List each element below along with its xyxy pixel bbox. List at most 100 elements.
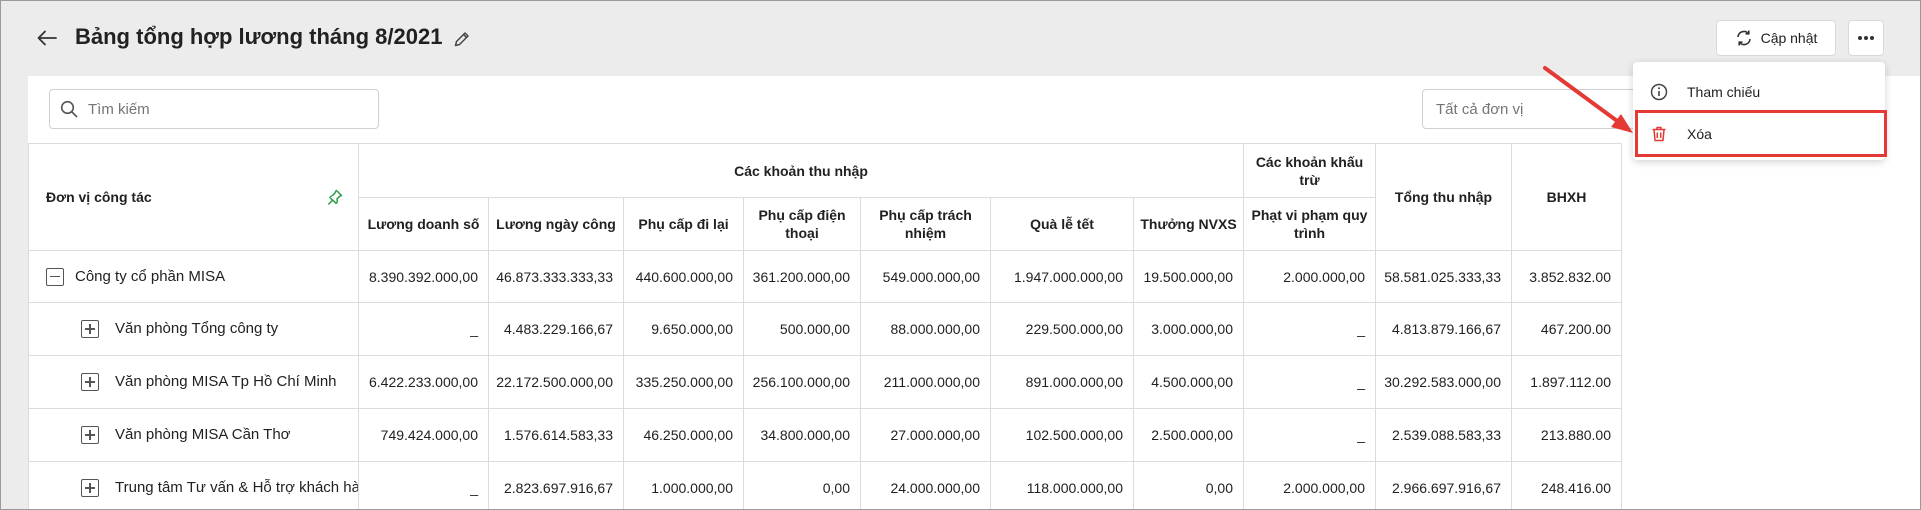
col-header: Quà lễ tết [990,197,1134,251]
table-cell: 4.813.879.166,67 [1375,302,1512,356]
table-cell: 248.416.00 [1511,461,1622,510]
unit-name: Trung tâm Tư vấn & Hỗ trợ khách hàng [115,479,359,496]
col-header-total: Tổng thu nhập [1375,143,1512,251]
unit-name-cell: Công ty cổ phần MISA [28,250,359,303]
expand-icon[interactable] [81,426,99,444]
trash-icon [1649,124,1669,144]
table-cell: 749.424.000,00 [358,408,489,462]
menu-item-label: Xóa [1687,126,1712,142]
table-row[interactable]: Công ty cổ phần MISA 8.390.392.000,00 46.8… [28,250,1622,303]
table-cell: 211.000.000,00 [860,355,991,409]
table-cell: 9.650.000,00 [623,302,744,356]
table-cell: 34.800.000,00 [743,408,861,462]
table-cell: 0,00 [1133,461,1244,510]
col-header: Lương ngày công [488,197,624,251]
unit-name: Văn phòng MISA Cần Thơ [115,426,291,443]
more-actions-button[interactable] [1848,20,1884,56]
table-row[interactable]: Văn phòng MISA Tp Hồ Chí Minh 6.422.233.0… [28,355,1622,409]
table-cell: 58.581.025.333,33 [1375,250,1512,303]
table-cell: 335.250.000,00 [623,355,744,409]
table-cell: 22.172.500.000,00 [488,355,624,409]
more-horizontal-icon [1858,36,1874,40]
table-cell: 24.000.000,00 [860,461,991,510]
page-title: Bảng tổng hợp lương tháng 8/2021 [75,24,443,49]
table-row[interactable]: Trung tâm Tư vấn & Hỗ trợ khách hàng _ 2.8… [28,461,1622,510]
table-cell: 500.000,00 [743,302,861,356]
group-header-deductions: Các khoản khấu trừ [1243,143,1376,198]
unit-name-cell: Trung tâm Tư vấn & Hỗ trợ khách hàng [28,461,359,510]
table-cell: 6.422.233.000,00 [358,355,489,409]
table-cell: 2.000.000,00 [1243,250,1376,303]
table-cell: 2.500.000,00 [1133,408,1244,462]
table-cell: _ [1243,355,1376,409]
table-cell: 102.500.000,00 [990,408,1134,462]
table-cell: 46.250.000,00 [623,408,744,462]
table-cell: 3.852.832.00 [1511,250,1622,303]
table-cell: 440.600.000,00 [623,250,744,303]
col-header-unit: Đơn vị công tác [28,143,359,251]
unit-name-cell: Văn phòng Tổng công ty [28,302,359,356]
back-button[interactable] [33,25,61,51]
table-cell: 891.000.000,00 [990,355,1134,409]
table-cell: 229.500.000,00 [990,302,1134,356]
update-button[interactable]: Cập nhật [1716,20,1836,56]
col-header: Phụ cấp điện thoại [743,197,861,251]
edit-title-button[interactable] [450,27,474,51]
group-header-income: Các khoản thu nhập [358,143,1244,198]
table-cell: 118.000.000,00 [990,461,1134,510]
table-cell: 19.500.000,00 [1133,250,1244,303]
update-button-label: Cập nhật [1760,30,1818,46]
table-cell: 549.000.000,00 [860,250,991,303]
table-cell: 88.000.000,00 [860,302,991,356]
col-header: Phụ cấp trách nhiệm [860,197,991,251]
expand-icon[interactable] [81,320,99,338]
unit-name: Văn phòng Tổng công ty [115,320,279,337]
col-header: Phụ cấp đi lại [623,197,744,251]
table-row[interactable]: Văn phòng MISA Cần Thơ 749.424.000,00 1.57… [28,408,1622,462]
table-cell: 256.100.000,00 [743,355,861,409]
unit-name: Công ty cổ phần MISA [75,267,226,285]
table-cell: _ [1243,408,1376,462]
table-cell: 4.483.229.166,67 [488,302,624,356]
table-cell: 8.390.392.000,00 [358,250,489,303]
table-cell: 2.539.088.583,33 [1375,408,1512,462]
table-cell: 4.500.000,00 [1133,355,1244,409]
arrow-left-icon [37,30,57,46]
menu-item-reference[interactable]: Tham chiếu [1633,72,1885,112]
table-cell: 27.000.000,00 [860,408,991,462]
pencil-icon [454,32,469,47]
expand-icon[interactable] [81,373,99,391]
expand-icon[interactable] [81,479,99,497]
salary-summary-table: Đơn vị công tác Các khoản thu nhập Các k… [28,143,1622,510]
table-cell: 1.947.000.000,00 [990,250,1134,303]
table-cell: 2.966.697.916,67 [1375,461,1512,510]
search-box[interactable] [49,89,379,129]
info-icon [1649,82,1669,102]
search-icon [60,100,78,118]
table-cell: _ [358,302,489,356]
menu-item-delete[interactable]: Xóa [1633,114,1885,154]
unit-name: Văn phòng MISA Tp Hồ Chí Minh [115,373,337,390]
table-row[interactable]: Văn phòng Tổng công ty _ 4.483.229.166,67 9… [28,302,1622,356]
table-cell: 46.873.333.333,33 [488,250,624,303]
table-cell: _ [1243,302,1376,356]
table-cell: 1.576.614.583,33 [488,408,624,462]
search-input[interactable] [88,100,358,118]
menu-item-label: Tham chiếu [1687,84,1761,100]
pin-icon[interactable] [326,188,344,206]
col-header: Thưởng NVXS [1133,197,1244,251]
table-cell: 2.000.000,00 [1243,461,1376,510]
table-cell: 3.000.000,00 [1133,302,1244,356]
table-cell: 361.200.000,00 [743,250,861,303]
unit-name-cell: Văn phòng MISA Cần Thơ [28,408,359,462]
table-cell: 2.823.697.916,67 [488,461,624,510]
table-cell: 213.880.00 [1511,408,1622,462]
refresh-icon [1736,30,1751,46]
unit-name-cell: Văn phòng MISA Tp Hồ Chí Minh [28,355,359,409]
col-header-bhxh: BHXH [1511,143,1622,251]
table-cell: 0,00 [743,461,861,510]
table-cell: 1.000.000,00 [623,461,744,510]
col-header-unit-label: Đơn vị công tác [46,189,152,205]
collapse-icon[interactable] [46,267,64,286]
col-header: Phạt vi phạm quy trình [1243,197,1376,251]
